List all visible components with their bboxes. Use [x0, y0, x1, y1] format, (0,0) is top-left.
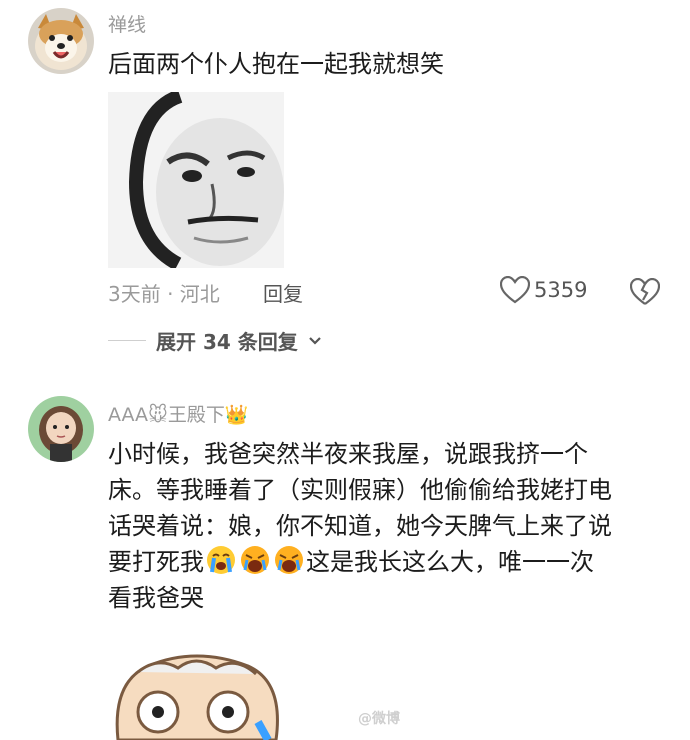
comment-image[interactable]	[108, 92, 284, 268]
like-button[interactable]: 5359	[500, 276, 587, 304]
comment-text: 后面两个仆人抱在一起我就想笑	[108, 50, 444, 78]
text-segment: 这是我长这么大，唯一一次	[306, 548, 594, 576]
chevron-down-icon	[308, 336, 321, 345]
shiba-dog-avatar-icon	[28, 8, 94, 74]
text-line: 床。等我睡着了（实则假寐）他偷偷给我姥打电	[108, 476, 612, 504]
divider	[108, 340, 146, 341]
text-line: 小时候，我爸突然半夜来我屋，说跟我挤一个	[108, 440, 588, 468]
text-line: 要打死我 这是我长这么大，唯一一次	[108, 544, 668, 580]
text-line: 看我爸哭	[108, 584, 204, 612]
avatar[interactable]	[28, 396, 94, 462]
dislike-button[interactable]	[629, 277, 661, 310]
username[interactable]: AAA🐭王殿下👑	[108, 400, 249, 427]
panda-meme-face-icon	[108, 92, 284, 268]
comment-image[interactable]	[108, 652, 284, 740]
watermark: @微博	[358, 711, 400, 727]
crying-face-emoji-icon	[207, 546, 235, 574]
text-line: 话哭着说：娘，你不知道，她今天脾气上来了说	[108, 512, 612, 540]
comment-text: 小时候，我爸突然半夜来我屋，说跟我挤一个 床。等我睡着了（实则假寐）他偷偷给我姥…	[108, 436, 668, 616]
reply-button[interactable]: 回复	[263, 278, 303, 307]
crying-face-emoji-icon	[241, 546, 269, 574]
text-segment: 要打死我	[108, 548, 204, 576]
cartoon-girl-avatar-icon	[28, 396, 94, 462]
cartoon-sheep-face-icon	[115, 654, 279, 740]
crying-face-emoji-icon	[275, 546, 303, 574]
expand-replies-label: 展开 34 条回复	[156, 330, 298, 354]
heart-icon	[500, 276, 530, 304]
broken-heart-icon	[629, 277, 661, 305]
like-count: 5359	[534, 278, 588, 302]
expand-replies[interactable]: 展开 34 条回复	[108, 326, 322, 355]
avatar[interactable]	[28, 8, 94, 74]
comment-meta: 3天前 · 河北	[108, 282, 220, 306]
username[interactable]: 禅线	[108, 10, 146, 37]
